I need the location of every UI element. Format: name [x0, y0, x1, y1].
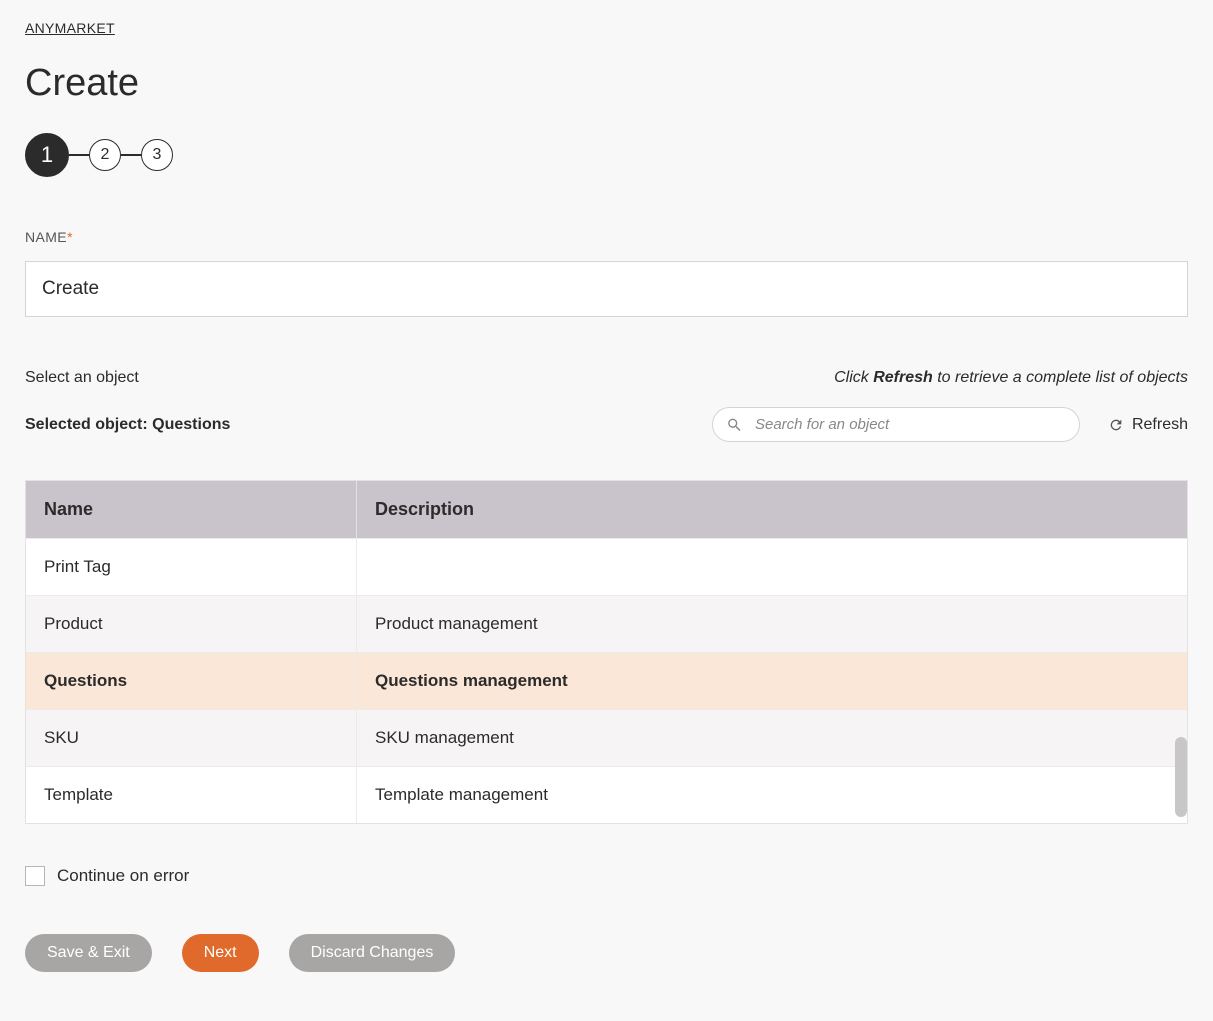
save-exit-button[interactable]: Save & Exit [25, 934, 152, 972]
footer-actions: Save & Exit Next Discard Changes [25, 934, 1188, 972]
table-body[interactable]: Print Tag Product Product management Que… [26, 538, 1187, 823]
name-field-label: NAME* [25, 229, 1188, 245]
breadcrumb[interactable]: ANYMARKET [25, 20, 115, 36]
refresh-hint: Click Refresh to retrieve a complete lis… [834, 369, 1188, 387]
table-header: Name Description [26, 481, 1187, 538]
cell-description: SKU management [356, 710, 1187, 766]
step-1[interactable]: 1 [25, 133, 69, 177]
refresh-button[interactable]: Refresh [1108, 416, 1188, 434]
continue-on-error-checkbox[interactable] [25, 866, 45, 886]
cell-name: SKU [26, 710, 356, 766]
selected-object-label: Selected object: Questions [25, 416, 230, 434]
table-row[interactable]: Template Template management [26, 766, 1187, 823]
step-2[interactable]: 2 [89, 139, 121, 171]
step-connector [69, 154, 89, 156]
scrollbar-thumb[interactable] [1175, 737, 1187, 817]
discard-button[interactable]: Discard Changes [289, 934, 456, 972]
cell-description: Questions management [356, 653, 1187, 709]
stepper: 1 2 3 [25, 133, 1188, 177]
page-title: Create [25, 62, 1188, 105]
next-button[interactable]: Next [182, 934, 259, 972]
continue-on-error-label: Continue on error [57, 866, 189, 886]
cell-description [356, 539, 1187, 595]
refresh-icon [1108, 417, 1124, 433]
cell-description: Product management [356, 596, 1187, 652]
cell-description: Template management [356, 767, 1187, 823]
search-wrapper [712, 407, 1080, 442]
table-row[interactable]: Questions Questions management [26, 652, 1187, 709]
cell-name: Print Tag [26, 539, 356, 595]
cell-name: Template [26, 767, 356, 823]
table-row[interactable]: Product Product management [26, 595, 1187, 652]
required-indicator: * [67, 229, 73, 245]
hint-bold: Refresh [873, 369, 933, 386]
name-input[interactable] [25, 261, 1188, 317]
search-input[interactable] [712, 407, 1080, 442]
hint-prefix: Click [834, 369, 873, 386]
step-connector [121, 154, 141, 156]
object-table: Name Description Print Tag Product Produ… [25, 480, 1188, 824]
header-description: Description [356, 481, 1187, 538]
select-object-label: Select an object [25, 369, 139, 387]
hint-suffix: to retrieve a complete list of objects [933, 369, 1188, 386]
header-name: Name [26, 481, 356, 538]
selected-prefix: Selected object: [25, 416, 152, 433]
selected-value: Questions [152, 416, 230, 433]
step-3[interactable]: 3 [141, 139, 173, 171]
name-label-text: NAME [25, 229, 67, 245]
table-row[interactable]: Print Tag [26, 538, 1187, 595]
table-row[interactable]: SKU SKU management [26, 709, 1187, 766]
search-icon [726, 416, 743, 433]
refresh-label: Refresh [1132, 416, 1188, 434]
cell-name: Questions [26, 653, 356, 709]
cell-name: Product [26, 596, 356, 652]
